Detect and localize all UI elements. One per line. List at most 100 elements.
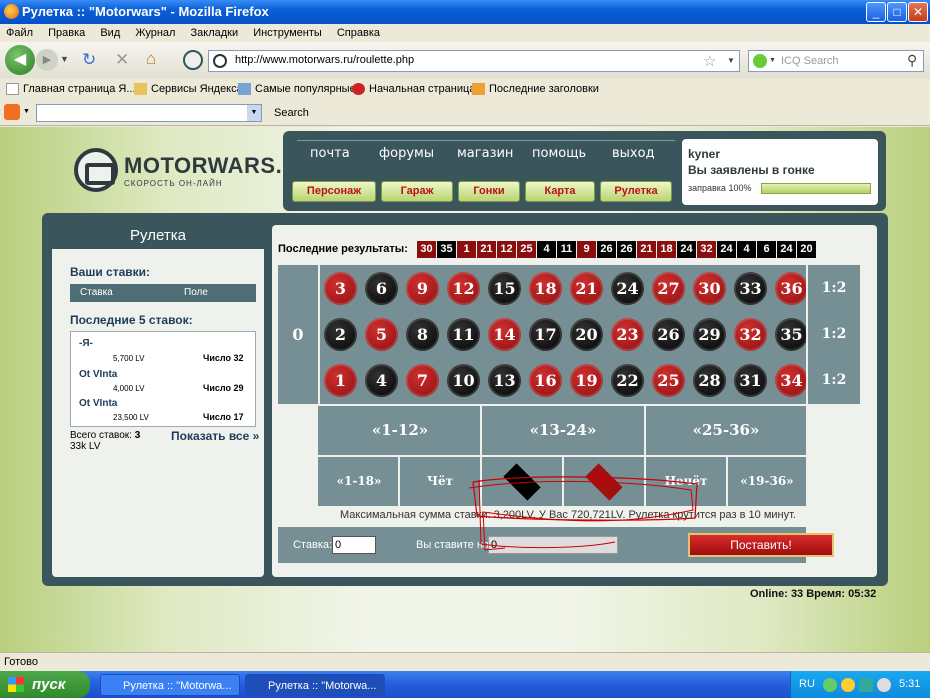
nav-mail[interactable]: почта <box>310 146 350 161</box>
number-33[interactable]: 33 <box>734 272 767 305</box>
bookmark-latest-headlines[interactable]: Последние заголовки <box>472 78 599 100</box>
dozen-1-12[interactable]: «1-12» <box>320 406 480 455</box>
nav-forums[interactable]: форумы <box>379 146 434 161</box>
map-button[interactable]: Карта <box>525 181 595 202</box>
stop-icon[interactable]: ✕ <box>115 50 129 70</box>
bet-user[interactable]: Ot VInta <box>79 398 117 409</box>
engine-dropdown-icon[interactable]: ▼ <box>769 57 776 64</box>
bookmark-start-page[interactable]: Начальная страница <box>352 78 475 100</box>
bookmark-yandex-home[interactable]: Главная страница Я... <box>6 78 136 100</box>
number-36[interactable]: 36 <box>775 272 808 305</box>
number-18[interactable]: 18 <box>529 272 562 305</box>
menu-tools[interactable]: Инструменты <box>253 27 322 39</box>
number-21[interactable]: 21 <box>570 272 603 305</box>
maximize-button[interactable]: □ <box>887 2 907 22</box>
number-28[interactable]: 28 <box>693 364 726 397</box>
nav-exit[interactable]: выход <box>612 146 655 161</box>
menu-bookmarks[interactable]: Закладки <box>191 27 239 39</box>
number-10[interactable]: 10 <box>447 364 480 397</box>
roulette-button[interactable]: Рулетка <box>600 181 672 202</box>
number-34[interactable]: 34 <box>775 364 808 397</box>
start-button[interactable]: пуск <box>0 671 90 698</box>
number-4[interactable]: 4 <box>365 364 398 397</box>
close-button[interactable]: ✕ <box>908 2 928 22</box>
toolbar-search-dropdown-icon[interactable]: ▼ <box>247 105 261 121</box>
bet-user[interactable]: -Я- <box>79 338 93 349</box>
bookmark-star-icon[interactable]: ☆ <box>703 52 716 70</box>
volume-icon[interactable] <box>877 678 891 692</box>
number-11[interactable]: 11 <box>447 318 480 351</box>
column-bet-bottom[interactable]: 1:2 <box>808 357 860 403</box>
home-icon[interactable]: ⌂ <box>146 49 156 69</box>
number-6[interactable]: 6 <box>365 272 398 305</box>
number-12[interactable]: 12 <box>447 272 480 305</box>
number-30[interactable]: 30 <box>693 272 726 305</box>
number-3[interactable]: 3 <box>324 272 357 305</box>
toolbar-menu-icon[interactable]: ▼ <box>23 108 30 115</box>
username[interactable]: kyner <box>688 147 872 161</box>
number-19[interactable]: 19 <box>570 364 603 397</box>
taskbar-item[interactable]: Рулетка :: "Motorwa... <box>100 674 240 696</box>
show-all-link[interactable]: Показать все » <box>171 429 259 443</box>
toolbar-logo-icon[interactable] <box>4 104 20 120</box>
number-26[interactable]: 26 <box>652 318 685 351</box>
nav-help[interactable]: помощь <box>532 146 586 161</box>
bet-19-36[interactable]: «19-36» <box>728 457 806 506</box>
number-27[interactable]: 27 <box>652 272 685 305</box>
number-32[interactable]: 32 <box>734 318 767 351</box>
character-button[interactable]: Персонаж <box>292 181 376 202</box>
network-icon[interactable] <box>859 678 873 692</box>
number-25[interactable]: 25 <box>652 364 685 397</box>
races-button[interactable]: Гонки <box>458 181 520 202</box>
menu-history[interactable]: Журнал <box>135 27 175 39</box>
number-16[interactable]: 16 <box>529 364 562 397</box>
menu-help[interactable]: Справка <box>337 27 380 39</box>
number-1[interactable]: 1 <box>324 364 357 397</box>
bookmark-yandex-services[interactable]: Сервисы Яндекса <box>134 78 243 100</box>
number-9[interactable]: 9 <box>406 272 439 305</box>
number-20[interactable]: 20 <box>570 318 603 351</box>
number-7[interactable]: 7 <box>406 364 439 397</box>
number-31[interactable]: 31 <box>734 364 767 397</box>
toolbar-search-input[interactable]: ▼ <box>36 104 262 122</box>
number-2[interactable]: 2 <box>324 318 357 351</box>
menu-edit[interactable]: Правка <box>48 27 85 39</box>
language-indicator[interactable]: RU <box>799 671 815 698</box>
garage-button[interactable]: Гараж <box>381 181 453 202</box>
column-bet-middle[interactable]: 1:2 <box>808 311 860 357</box>
history-dropdown-icon[interactable]: ▼ <box>60 54 69 64</box>
number-15[interactable]: 15 <box>488 272 521 305</box>
dozen-13-24[interactable]: «13-24» <box>482 406 644 455</box>
url-bar[interactable]: http://www.motorwars.ru/roulette.php ☆ ▼ <box>208 50 740 72</box>
toolbar-search-button[interactable]: Search <box>274 107 309 119</box>
taskbar-item-active[interactable]: Рулетка :: "Motorwa... <box>245 674 385 696</box>
number-35[interactable]: 35 <box>775 318 808 351</box>
number-22[interactable]: 22 <box>611 364 644 397</box>
number-24[interactable]: 24 <box>611 272 644 305</box>
stake-input[interactable]: 0 <box>332 536 376 554</box>
nav-shop[interactable]: магазин <box>457 146 513 161</box>
search-icon[interactable]: ⚲ <box>907 52 917 69</box>
column-bet-top[interactable]: 1:2 <box>808 265 860 311</box>
minimize-button[interactable]: _ <box>866 2 886 22</box>
forward-icon[interactable]: ▶ <box>36 49 58 71</box>
tray-app-icon[interactable] <box>841 678 855 692</box>
number-17[interactable]: 17 <box>529 318 562 351</box>
number-8[interactable]: 8 <box>406 318 439 351</box>
menu-view[interactable]: Вид <box>100 27 120 39</box>
bet-user[interactable]: Ot VInta <box>79 369 117 380</box>
menu-file[interactable]: Файл <box>6 27 33 39</box>
zero-cell[interactable]: 0 <box>278 265 318 404</box>
number-14[interactable]: 14 <box>488 318 521 351</box>
bookmark-popular[interactable]: Самые популярные <box>238 78 356 100</box>
search-field[interactable]: ▼ ICQ Search ⚲ <box>748 50 924 72</box>
number-5[interactable]: 5 <box>365 318 398 351</box>
dozen-25-36[interactable]: «25-36» <box>646 406 806 455</box>
place-bet-button[interactable]: Поставить! <box>688 533 834 557</box>
url-dropdown-icon[interactable]: ▼ <box>727 56 735 65</box>
tray-app-icon[interactable] <box>823 678 837 692</box>
bet-1-18[interactable]: «1-18» <box>320 457 398 506</box>
reload-icon[interactable]: ↻ <box>82 50 96 70</box>
number-29[interactable]: 29 <box>693 318 726 351</box>
number-23[interactable]: 23 <box>611 318 644 351</box>
